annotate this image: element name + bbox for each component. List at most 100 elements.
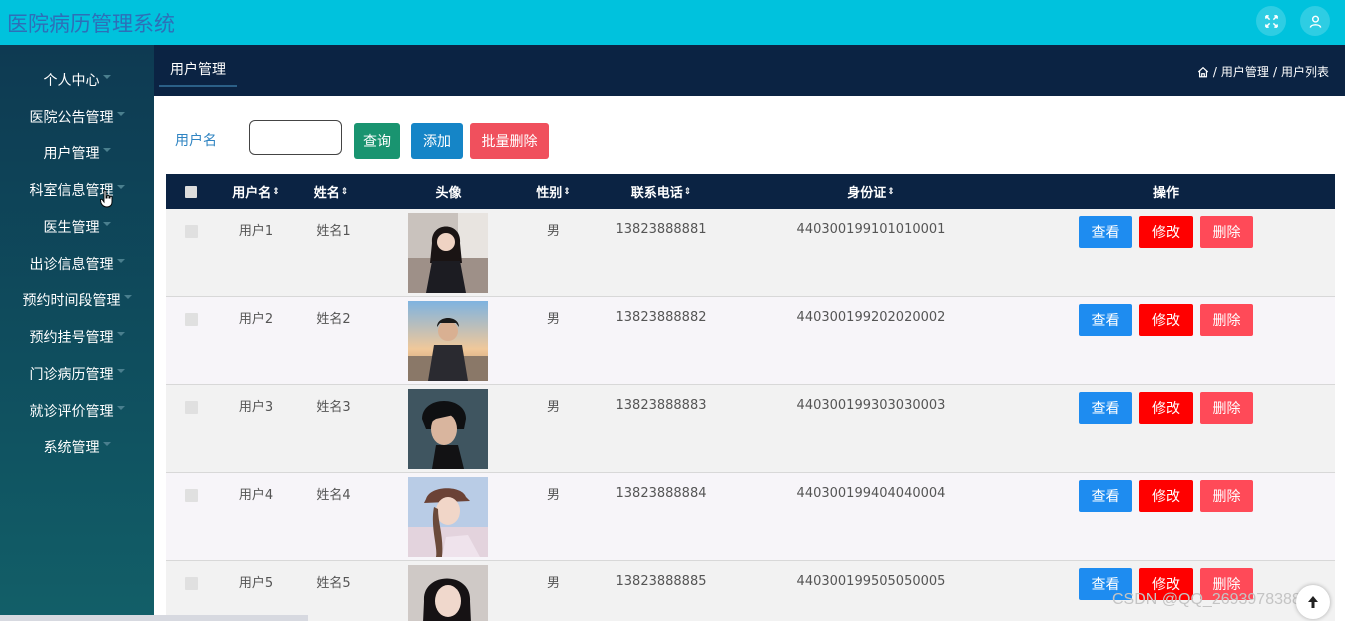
breadcrumb-separator: / [1272,64,1277,79]
cell-gender: 男 [546,223,560,239]
sidebar-item-label: 系统管理 [43,440,100,456]
delete-button[interactable]: 删除 [1200,480,1253,512]
username-label: 用户名 [175,133,217,149]
sidebar-item-label: 用户管理 [43,146,100,162]
column-idcard[interactable]: 身份证 ⇕ [836,174,906,209]
cell-idcard: 440300199101010001 [796,221,946,237]
cell-name: 姓名3 [316,399,351,415]
delete-button[interactable]: 删除 [1200,392,1253,424]
column-name[interactable]: 姓名 ⇕ [306,174,356,209]
horizontal-scrollbar[interactable] [0,615,308,621]
caret-down-icon [102,75,111,79]
sort-icon: ⇕ [683,186,692,197]
breadcrumb: / 用户管理 / 用户列表 [1197,63,1329,80]
caret-down-icon [102,442,111,446]
edit-button[interactable]: 修改 [1139,216,1193,248]
back-to-top-button[interactable] [1296,585,1330,619]
column-label: 性别 [536,186,563,201]
sidebar-item-notice[interactable]: 医院公告管理 [0,102,154,132]
bulk-delete-button[interactable]: 批量删除 [470,123,549,159]
sort-icon: ⇕ [887,186,895,197]
sidebar-item-label: 个人中心 [43,73,100,89]
cell-name: 姓名4 [316,487,351,503]
caret-down-icon [102,222,111,226]
sidebar-item-doctors[interactable]: 医生管理 [0,212,154,242]
sidebar-item-personal-center[interactable]: 个人中心 [0,65,154,95]
column-gender[interactable]: 性别 ⇕ [526,174,581,209]
sidebar: 个人中心 医院公告管理 用户管理 科室信息管理 医生管理 出诊信息管理 预约时间… [0,45,154,621]
edit-button[interactable]: 修改 [1139,392,1193,424]
cell-phone: 13823888883 [615,397,707,413]
watermark: CSDN @QQ_2693978388 [1112,591,1301,608]
hand-cursor-icon [100,190,113,208]
column-actions: 操作 [1141,174,1191,209]
sidebar-item-reviews[interactable]: 就诊评价管理 [0,396,154,426]
caret-down-icon [116,369,125,373]
column-label: 姓名 [313,186,340,201]
view-button[interactable]: 查看 [1079,392,1132,424]
cell-name: 姓名5 [316,575,351,591]
view-button[interactable]: 查看 [1079,216,1132,248]
table-row: 用户4 姓名4 男 13823888884 440300199404040004… [166,473,1335,561]
delete-button[interactable]: 删除 [1200,216,1253,248]
sidebar-item-label: 就诊评价管理 [29,404,114,420]
query-button[interactable]: 查询 [354,123,400,159]
cell-username: 用户5 [238,575,274,591]
cell-username: 用户3 [238,399,274,415]
breadcrumb-level1[interactable]: 用户管理 [1221,63,1269,80]
caret-down-icon [116,185,125,189]
column-username[interactable]: 用户名 ⇕ [226,174,286,209]
caret-down-icon [102,148,111,152]
cell-username: 用户4 [238,487,274,503]
breadcrumb-level2: 用户列表 [1280,65,1329,79]
username-search-input[interactable] [249,120,342,155]
caret-down-icon [116,406,125,410]
column-label: 用户名 [232,186,272,201]
column-label: 身份证 [847,186,887,201]
column-avatar: 头像 [421,174,476,209]
sidebar-item-visits[interactable]: 出诊信息管理 [0,249,154,279]
sidebar-item-timeslots[interactable]: 预约时间段管理 [0,285,154,315]
fullscreen-button[interactable] [1256,6,1286,36]
row-checkbox[interactable] [185,313,198,326]
sidebar-item-label: 医生管理 [43,220,100,236]
view-button[interactable]: 查看 [1079,304,1132,336]
sidebar-item-users[interactable]: 用户管理 [0,138,154,168]
column-phone[interactable]: 联系电话 ⇕ [621,174,701,209]
user-button[interactable] [1300,6,1330,36]
cell-phone: 13823888882 [615,309,707,325]
user-avatar [408,301,488,381]
table-header: 用户名 ⇕ 姓名 ⇕ 头像 性别 ⇕ 联系电话 ⇕ 身份证 ⇕ 操作 [166,174,1335,209]
sidebar-item-appointments[interactable]: 预约挂号管理 [0,322,154,352]
sidebar-item-label: 医院公告管理 [29,110,114,126]
sidebar-item-departments[interactable]: 科室信息管理 [0,175,154,205]
row-checkbox[interactable] [185,577,198,590]
row-checkbox[interactable] [185,225,198,238]
user-icon [1309,15,1321,28]
fullscreen-icon [1264,14,1278,28]
home-icon[interactable] [1197,66,1209,78]
sidebar-item-records[interactable]: 门诊病历管理 [0,359,154,389]
sidebar-item-system[interactable]: 系统管理 [0,432,154,462]
add-button[interactable]: 添加 [411,123,463,159]
cell-idcard: 440300199404040004 [796,485,946,501]
delete-button[interactable]: 删除 [1200,304,1253,336]
user-avatar [408,565,488,621]
row-checkbox[interactable] [185,401,198,414]
app-title: 医院病历管理系统 [7,12,175,36]
cell-phone: 13823888884 [615,485,707,501]
column-label: 操作 [1152,186,1179,201]
row-checkbox[interactable] [185,489,198,502]
caret-down-icon [116,259,125,263]
cell-idcard: 440300199303030003 [796,397,946,413]
content-header: 用户管理 / 用户管理 / 用户列表 [154,45,1345,96]
column-label: 联系电话 [630,186,683,201]
view-button[interactable]: 查看 [1079,480,1132,512]
edit-button[interactable]: 修改 [1139,480,1193,512]
edit-button[interactable]: 修改 [1139,304,1193,336]
cell-idcard: 440300199505050005 [796,573,946,589]
select-all-checkbox[interactable] [181,174,201,209]
tab-user-management[interactable]: 用户管理 [159,57,237,87]
cell-idcard: 440300199202020002 [796,309,946,325]
sidebar-item-label: 预约时间段管理 [22,293,121,309]
